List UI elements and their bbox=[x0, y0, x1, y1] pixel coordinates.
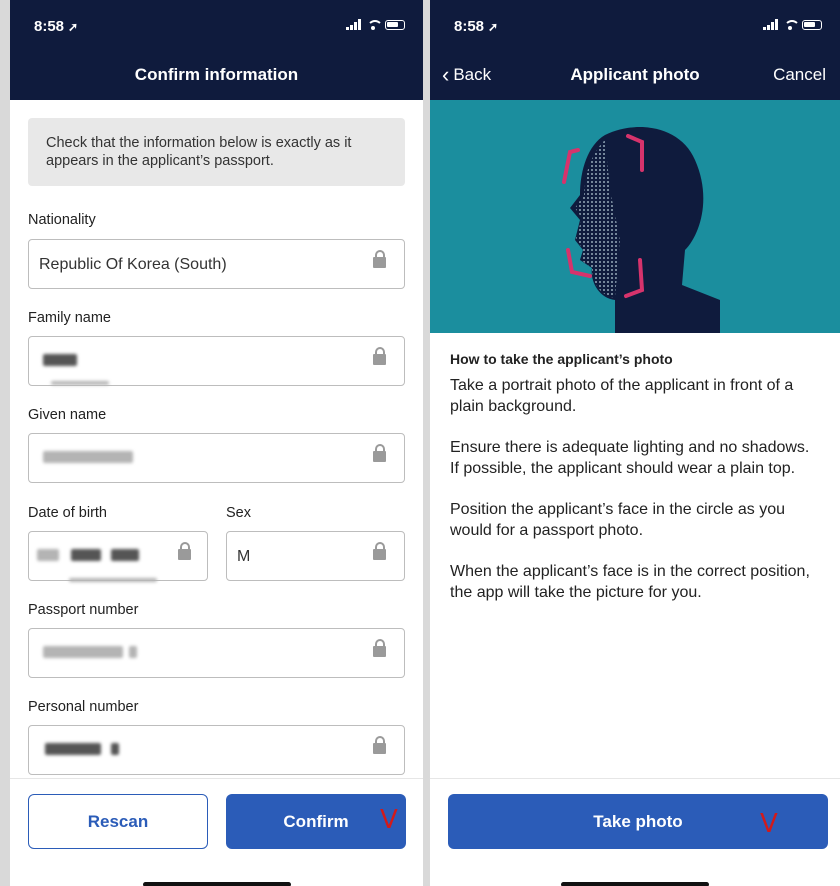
nav-bar: ‹ Back Applicant photo Cancel bbox=[430, 50, 840, 100]
status-bar: 8:58 ➚ bbox=[430, 0, 840, 50]
redacted-value bbox=[111, 743, 119, 755]
signal-icon bbox=[763, 19, 778, 30]
instruction-paragraph: Take a portrait photo of the applicant i… bbox=[450, 377, 794, 415]
nationality-group: Nationality bbox=[10, 212, 423, 236]
instruction-paragraph: Ensure there is adequate lighting and no… bbox=[450, 439, 810, 477]
location-arrow-icon: ➚ bbox=[68, 20, 79, 34]
face-scan-svg bbox=[562, 127, 720, 333]
instructions-title: How to take the applicant’s photo bbox=[450, 351, 673, 367]
home-indicator bbox=[142, 882, 291, 886]
action-bar: Rescan Confirm V bbox=[10, 778, 423, 886]
confirm-information-screen: 8:58 ➚ Confirm information Check that the… bbox=[10, 0, 423, 886]
instruction-paragraph: Position the applicant’s face in the cir… bbox=[450, 501, 786, 539]
lock-icon bbox=[373, 444, 386, 462]
status-time: 8:58 bbox=[34, 18, 65, 35]
personal-number-field[interactable] bbox=[28, 725, 405, 775]
wifi-icon bbox=[783, 19, 800, 30]
instruction-paragraph: When the applicant’s face is in the corr… bbox=[450, 563, 810, 601]
action-bar: Take photo V bbox=[430, 778, 840, 886]
applicant-photo-screen: 8:58 ➚ ‹ Back Applicant photo Cancel How… bbox=[430, 0, 840, 886]
back-label: Back bbox=[453, 65, 492, 84]
page-title: Applicant photo bbox=[570, 65, 700, 84]
signal-icon bbox=[346, 19, 361, 30]
sex-label: Sex bbox=[226, 505, 251, 521]
redaction-bar bbox=[51, 381, 109, 385]
given-name-field[interactable] bbox=[28, 433, 405, 483]
date-of-birth-field[interactable] bbox=[28, 531, 208, 582]
nav-bar: Confirm information bbox=[10, 50, 423, 100]
back-button[interactable]: ‹ Back bbox=[442, 62, 492, 87]
take-photo-label: Take photo bbox=[593, 811, 683, 831]
nationality-label: Nationality bbox=[28, 212, 96, 228]
personal-number-label: Personal number bbox=[28, 699, 139, 715]
rescan-button[interactable]: Rescan bbox=[28, 794, 208, 849]
battery-icon bbox=[385, 19, 405, 30]
cancel-button[interactable]: Cancel bbox=[773, 65, 826, 85]
passport-number-label: Passport number bbox=[28, 602, 139, 618]
sex-field[interactable]: M bbox=[226, 531, 405, 581]
battery-icon bbox=[802, 19, 822, 30]
given-name-label: Given name bbox=[28, 407, 107, 423]
chevron-left-icon: ‹ bbox=[442, 62, 450, 87]
redacted-value bbox=[45, 743, 101, 755]
lock-icon bbox=[373, 639, 386, 657]
lock-icon bbox=[373, 542, 386, 560]
redacted-value bbox=[129, 646, 137, 658]
redacted-value bbox=[111, 549, 139, 561]
page-title: Confirm information bbox=[134, 65, 299, 84]
confirm-button-label: Confirm bbox=[283, 811, 349, 831]
home-indicator bbox=[561, 882, 709, 886]
handwritten-check-mark: V bbox=[380, 805, 398, 835]
nationality-value: Republic Of Korea (South) bbox=[39, 256, 227, 273]
redacted-value bbox=[37, 549, 59, 561]
lock-icon bbox=[373, 736, 386, 754]
family-name-field[interactable] bbox=[28, 336, 405, 386]
location-arrow-icon: ➚ bbox=[488, 20, 499, 34]
handwritten-check-mark: V bbox=[760, 809, 778, 839]
status-bar: 8:58 ➚ bbox=[10, 0, 423, 50]
status-time: 8:58 bbox=[454, 18, 485, 35]
face-scan-illustration bbox=[430, 100, 840, 333]
lock-icon bbox=[373, 250, 386, 268]
info-notice: Check that the information below is exac… bbox=[28, 118, 405, 186]
instructions: How to take the applicant’s photo Take a… bbox=[430, 333, 840, 603]
passport-number-field[interactable] bbox=[28, 628, 405, 678]
redacted-value bbox=[71, 549, 101, 561]
date-of-birth-label: Date of birth bbox=[28, 505, 107, 521]
wifi-icon bbox=[366, 19, 383, 30]
nationality-field[interactable]: Republic Of Korea (South) bbox=[28, 239, 405, 289]
sex-value: M bbox=[237, 548, 251, 565]
redacted-value bbox=[43, 646, 123, 658]
redaction-bar bbox=[69, 578, 157, 582]
redacted-value bbox=[43, 354, 77, 366]
family-name-label: Family name bbox=[28, 310, 111, 326]
confirm-button[interactable]: Confirm bbox=[226, 794, 406, 849]
redacted-value bbox=[43, 451, 133, 463]
lock-icon bbox=[178, 542, 191, 560]
lock-icon bbox=[373, 347, 386, 365]
